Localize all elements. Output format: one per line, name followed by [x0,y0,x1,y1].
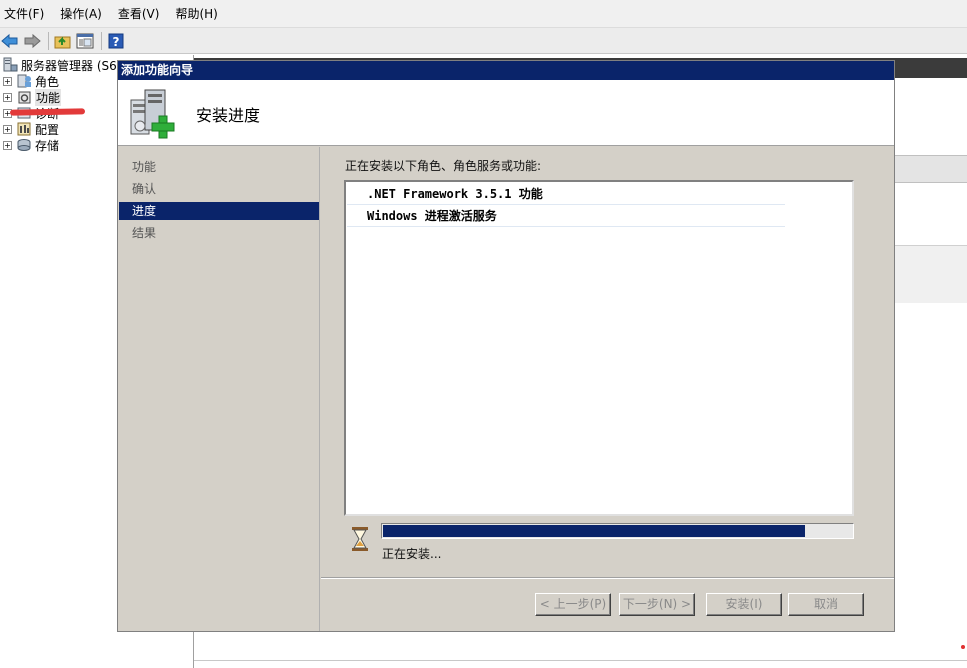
next-button[interactable]: 下一步(N) > [619,593,695,616]
wizard-header: 安装进度 [118,80,894,146]
menu-help[interactable]: 帮助(H) [175,5,217,22]
tree-root[interactable]: 服务器管理器 (S6 [2,57,117,73]
console-tree: 服务器管理器 (S6 + 角色 + 功能 + 诊断 + 配置 + 存储 [0,55,118,668]
previous-button[interactable]: < 上一步(P) [535,593,611,616]
progress-status: 正在安装... [382,547,442,561]
expand-icon[interactable]: + [3,92,12,102]
expand-icon[interactable]: + [3,140,12,150]
cancel-button[interactable]: 取消 [788,593,864,616]
install-list[interactable]: .NET Framework 3.5.1 功能 Windows 进程激活服务 [344,180,854,516]
install-button[interactable]: 安装(I) [706,593,782,616]
step-features[interactable]: 功能 [119,158,319,176]
configuration-icon [16,121,32,137]
step-confirm[interactable]: 确认 [119,180,319,198]
install-caption: 正在安装以下角色、角色服务或功能: [345,159,542,173]
step-results[interactable]: 结果 [119,224,319,242]
up-folder-icon[interactable] [53,31,73,51]
list-item: Windows 进程激活服务 [347,205,785,227]
tree-item-roles[interactable]: + 角色 [3,73,59,89]
menu-view[interactable]: 查看(V) [118,5,160,22]
wizard-steps-pane: 功能 确认 进度 结果 [118,147,320,631]
details-pane-divider [194,660,967,661]
menu-action[interactable]: 操作(A) [60,5,102,22]
expand-icon[interactable]: + [3,124,12,134]
help-icon[interactable]: ? [106,31,126,51]
details-pane-band [894,155,967,183]
toolbar-separator [101,31,102,50]
back-arrow-icon[interactable] [0,31,20,51]
tree-item-configuration[interactable]: + 配置 [3,121,59,137]
list-item-label: Windows 进程激活服务 [367,209,497,223]
tree-item-features[interactable]: + 功能 [3,88,62,106]
menu-file[interactable]: 文件(F) [4,5,44,22]
storage-icon [16,137,32,153]
wizard-content: 正在安装以下角色、角色服务或功能: .NET Framework 3.5.1 功… [321,147,894,577]
roles-icon [16,73,32,89]
menu-bar: 文件(F) 操作(A) 查看(V) 帮助(H) [0,0,967,28]
add-features-wizard: 添加功能向导 安装进度 功能 确认 进度 结果 正在安装以下角色、角色服务或功能… [117,60,895,632]
features-icon [16,89,32,105]
wizard-title[interactable]: 添加功能向导 [118,61,894,80]
tree-item-label: 角色 [35,74,60,89]
hourglass-icon [350,526,370,552]
list-item-label: .NET Framework 3.5.1 功能 [367,187,543,201]
install-progress-bar [381,523,854,539]
tree-item-label: 存储 [35,138,60,153]
forward-arrow-icon[interactable] [22,31,42,51]
list-item: .NET Framework 3.5.1 功能 [347,183,785,205]
red-dot-mark [961,645,965,649]
wizard-divider [321,577,894,579]
wizard-heading: 安装进度 [196,106,261,125]
tree-item-label: 功能 [35,88,62,106]
svg-text:?: ? [113,35,120,49]
tree-root-label: 服务器管理器 (S6 [21,58,117,73]
details-pane-band [894,245,967,303]
expand-icon[interactable]: + [3,76,12,86]
toolbar: ? [0,28,967,54]
tree-item-storage[interactable]: + 存储 [3,137,59,153]
server-add-icon [127,86,179,140]
progress-fill [383,525,805,537]
show-hide-tree-icon[interactable] [75,31,95,51]
tree-item-label: 配置 [35,122,60,137]
server-manager-icon [2,57,18,73]
step-progress[interactable]: 进度 [119,202,319,220]
toolbar-separator [48,31,49,50]
